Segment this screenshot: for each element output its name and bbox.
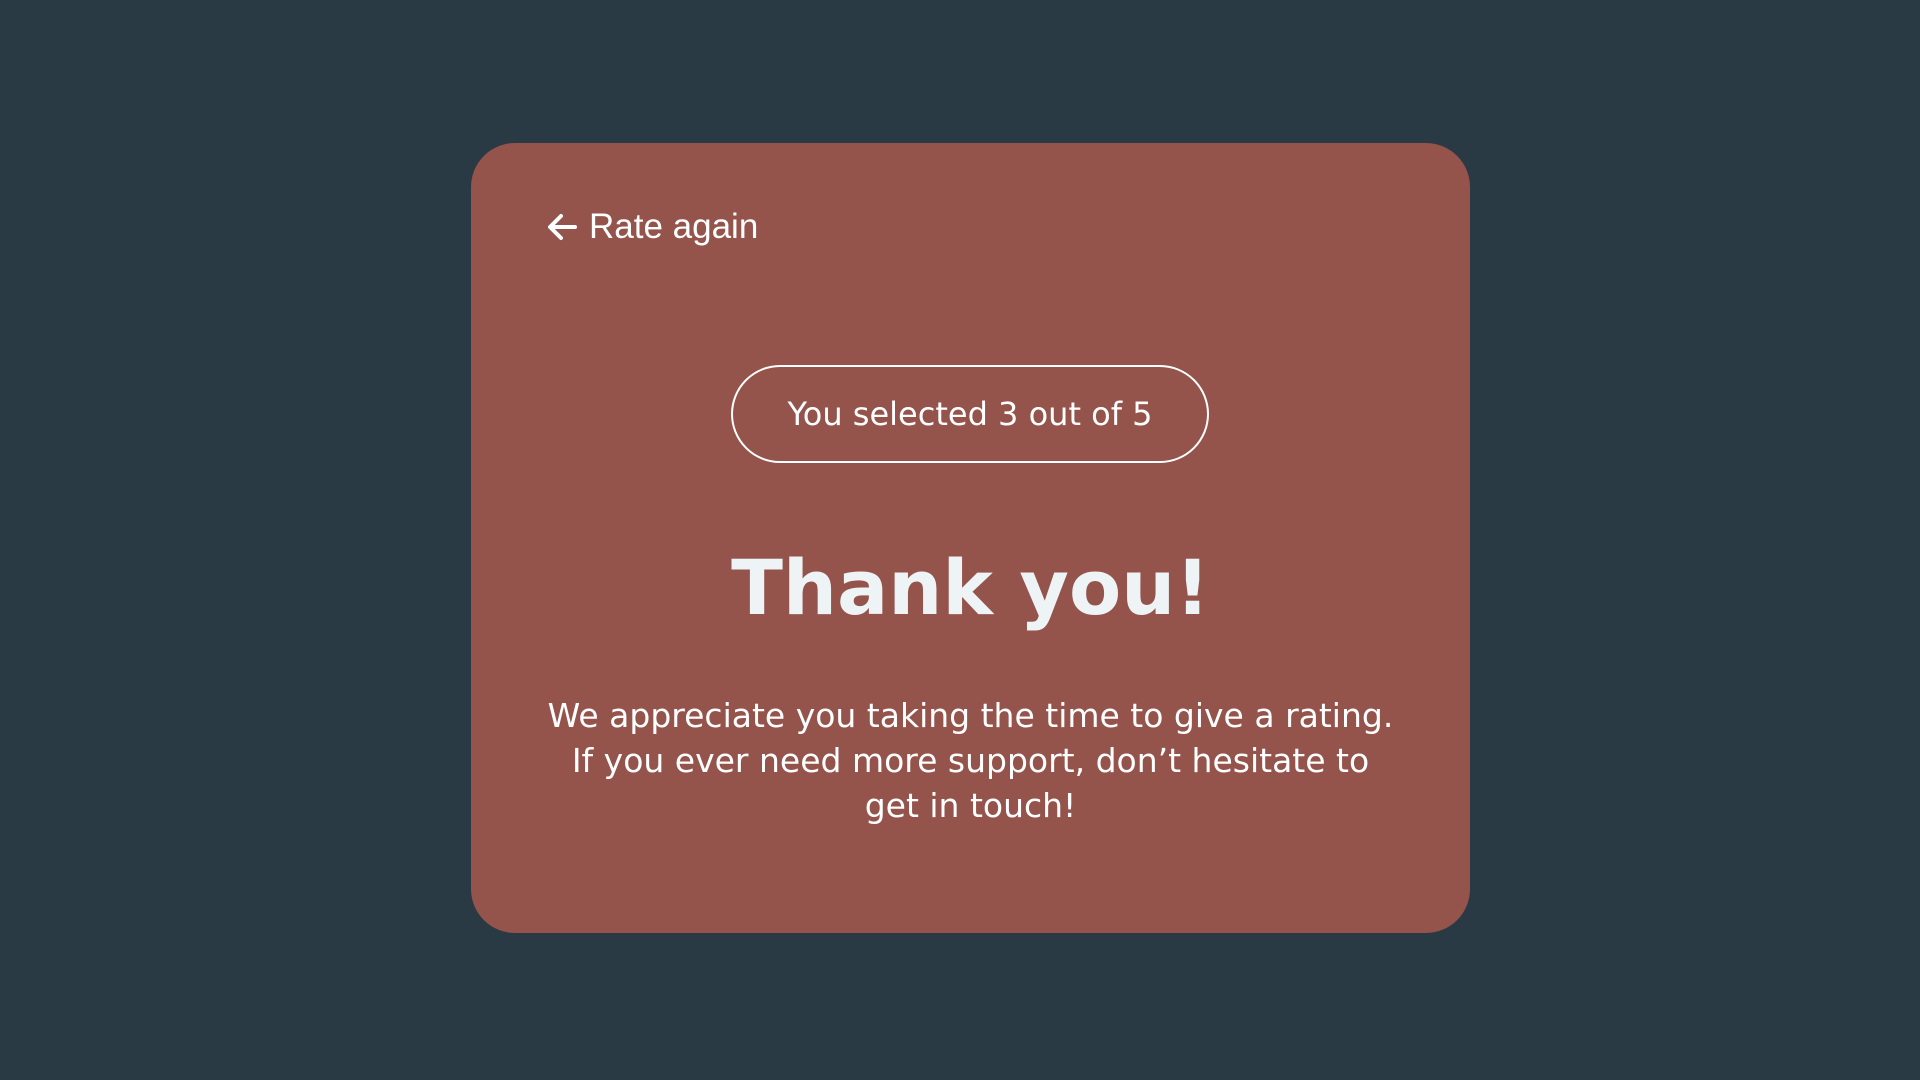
selected-rating-badge: You selected 3 out of 5 — [731, 365, 1209, 463]
arrow-left-icon — [545, 210, 579, 244]
rate-again-label: Rate again — [589, 207, 759, 246]
thank-you-message: We appreciate you taking the time to giv… — [547, 696, 1394, 825]
thank-you-card: Rate again You selected 3 out of 5 Thank… — [471, 143, 1470, 933]
rate-again-link[interactable]: Rate again — [545, 203, 758, 251]
page-title: Thank you! — [731, 543, 1210, 632]
